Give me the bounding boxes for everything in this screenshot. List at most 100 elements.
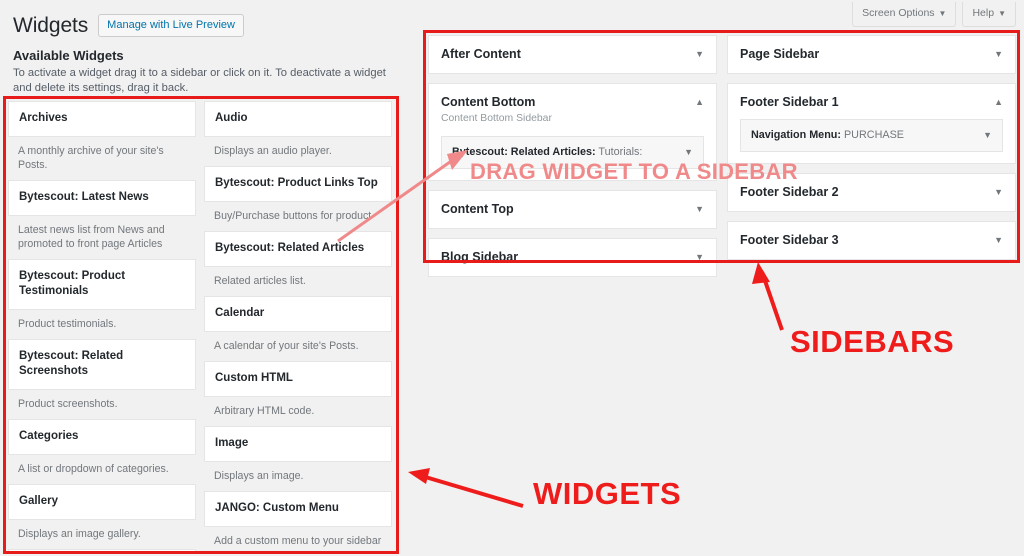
available-widget-description: Buy/Purchase buttons for product bbox=[214, 210, 372, 222]
sidebar-panel: Blog Sidebar ▼ bbox=[428, 238, 717, 277]
available-widget-description: A calendar of your site's Posts. bbox=[214, 340, 359, 352]
screen-options-label: Screen Options bbox=[862, 7, 935, 19]
widget-column-left: Archives A monthly archive of your site's… bbox=[8, 101, 196, 552]
available-widget-description: Related articles list. bbox=[214, 275, 306, 287]
available-widget-title[interactable]: Custom HTML bbox=[204, 361, 392, 397]
sidebar-panel-name: Footer Sidebar 3 bbox=[740, 233, 839, 247]
sidebar-panel: Page Sidebar ▼ bbox=[727, 35, 1016, 74]
sidebar-panel-header[interactable]: Page Sidebar ▼ bbox=[728, 36, 1015, 73]
available-widget-description: A monthly archive of your site's Posts. bbox=[18, 145, 164, 171]
available-widget-title[interactable]: JANGO: Custom Menu bbox=[204, 491, 392, 527]
chevron-up-icon[interactable]: ▲ bbox=[988, 94, 1003, 111]
available-widgets-list: Archives A monthly archive of your site's… bbox=[8, 101, 393, 552]
available-widget: Gallery Displays an image gallery. bbox=[8, 484, 196, 549]
available-widget-title[interactable]: Image bbox=[204, 426, 392, 462]
chevron-down-icon[interactable]: ▼ bbox=[689, 201, 704, 218]
sidebar-panel-name: Footer Sidebar 2 bbox=[740, 185, 839, 199]
sidebar-panel-name: Content Bottom bbox=[441, 95, 536, 109]
available-widget: JANGO: Custom Menu Add a custom menu to y… bbox=[204, 491, 392, 552]
chevron-down-icon[interactable]: ▼ bbox=[689, 46, 704, 63]
widgets-arrow-icon bbox=[408, 468, 524, 508]
sidebars-arrow-icon bbox=[752, 262, 784, 331]
available-widget-title[interactable]: Bytescout: Related Screenshots bbox=[8, 339, 196, 390]
sidebar-panel-header[interactable]: Blog Sidebar ▼ bbox=[429, 239, 716, 276]
sidebar-panel-name: Blog Sidebar bbox=[441, 250, 519, 264]
available-widget: Categories A list or dropdown of categori… bbox=[8, 419, 196, 484]
assigned-widget-title: Navigation Menu: bbox=[751, 129, 841, 141]
chevron-down-icon[interactable]: ▼ bbox=[988, 46, 1003, 63]
sidebars-list: After Content ▼ Content Bottom ▲ Content Bot… bbox=[428, 35, 1016, 277]
sidebar-panel-header[interactable]: Footer Sidebar 3 ▼ bbox=[728, 222, 1015, 259]
assigned-widget-value: Tutorials: bbox=[595, 146, 643, 158]
available-widgets-heading: Available Widgets bbox=[13, 48, 124, 63]
available-widget-description: Product screenshots. bbox=[18, 398, 118, 410]
page-header: Widgets Manage with Live Preview bbox=[13, 12, 244, 39]
assigned-widget-title: Bytescout: Related Articles: bbox=[452, 146, 596, 158]
chevron-down-icon: ▼ bbox=[998, 9, 1006, 18]
sidebar-panel: Content Bottom ▲ Content Bottom Sidebar Byt… bbox=[428, 83, 717, 181]
sidebar-panel-header[interactable]: Footer Sidebar 2 ▼ bbox=[728, 174, 1015, 211]
sidebar-panel-name: Page Sidebar bbox=[740, 47, 820, 61]
sidebar-panel: Footer Sidebar 3 ▼ bbox=[727, 221, 1016, 260]
available-widget-title[interactable]: Bytescout: Product Links Top bbox=[204, 166, 392, 202]
available-widget-title[interactable]: Bytescout: Latest News bbox=[8, 180, 196, 216]
sidebar-panel-header[interactable]: After Content ▼ bbox=[429, 36, 716, 73]
available-widget-title[interactable]: Bytescout: Product Testimonials bbox=[8, 259, 196, 310]
sidebar-panel-body: Navigation Menu: PURCHASE ▼ bbox=[728, 111, 1015, 163]
available-widget: Calendar A calendar of your site's Posts. bbox=[204, 296, 392, 361]
widgets-annotation-label: WIDGETS bbox=[533, 476, 682, 511]
available-widget-title[interactable]: JANGO: Banner bbox=[8, 549, 196, 552]
available-widget-title[interactable]: Calendar bbox=[204, 296, 392, 332]
sidebar-panel-description: Content Bottom Sidebar bbox=[441, 113, 552, 124]
available-widget-title[interactable]: Categories bbox=[8, 419, 196, 455]
sidebar-panel-header[interactable]: Content Bottom ▲ bbox=[429, 84, 716, 111]
available-widget-description: Arbitrary HTML code. bbox=[214, 405, 315, 417]
sidebar-panel-name: Footer Sidebar 1 bbox=[740, 95, 839, 109]
available-widget-description: Displays an image gallery. bbox=[18, 528, 141, 540]
available-widget-description: Product testimonials. bbox=[18, 318, 117, 330]
available-widget-description: Displays an image. bbox=[214, 470, 304, 482]
widgets-admin-page: Screen Options ▼ Help ▼ Widgets Manage wit… bbox=[0, 0, 1024, 556]
sidebar-panel-body: Bytescout: Related Articles: Tutorials: ▼ bbox=[429, 132, 716, 180]
screen-options-button[interactable]: Screen Options ▼ bbox=[852, 2, 957, 27]
available-widget: JANGO: BannerInsert an adv banner with l… bbox=[8, 549, 196, 552]
available-widget-title[interactable]: Gallery bbox=[8, 484, 196, 520]
sidebar-panel: After Content ▼ bbox=[428, 35, 717, 74]
chevron-down-icon[interactable]: ▼ bbox=[689, 249, 704, 266]
available-widget-title[interactable]: Archives bbox=[8, 101, 196, 137]
available-widget-title[interactable]: Audio bbox=[204, 101, 392, 137]
sidebar-panel-header[interactable]: Content Top ▼ bbox=[429, 191, 716, 228]
chevron-up-icon[interactable]: ▲ bbox=[689, 94, 704, 111]
chevron-down-icon[interactable]: ▼ bbox=[678, 145, 693, 159]
sidebar-panel: Footer Sidebar 2 ▼ bbox=[727, 173, 1016, 212]
available-widget-title[interactable]: Bytescout: Related Articles bbox=[204, 231, 392, 267]
chevron-down-icon[interactable]: ▼ bbox=[988, 232, 1003, 249]
help-button[interactable]: Help ▼ bbox=[962, 2, 1016, 27]
available-widget-description: Displays an audio player. bbox=[214, 145, 332, 157]
available-widget: Audio Displays an audio player. bbox=[204, 101, 392, 166]
available-widget-description: A list or dropdown of categories. bbox=[18, 463, 169, 475]
assigned-widget[interactable]: Navigation Menu: PURCHASE ▼ bbox=[740, 119, 1003, 152]
available-widget-description: Latest news list from News and promoted … bbox=[18, 224, 165, 250]
assigned-widget[interactable]: Bytescout: Related Articles: Tutorials: ▼ bbox=[441, 136, 704, 169]
available-widget: Bytescout: Related Articles Related artic… bbox=[204, 231, 392, 296]
available-widget: Bytescout: Product Links Top Buy/Purchase… bbox=[204, 166, 392, 231]
assigned-widget-label: Bytescout: Related Articles: Tutorials: bbox=[452, 145, 642, 159]
sidebar-column-left: After Content ▼ Content Bottom ▲ Content Bot… bbox=[428, 35, 717, 277]
available-widget: Bytescout: Related Screenshots Product sc… bbox=[8, 339, 196, 419]
assigned-widget-value: PURCHASE bbox=[840, 129, 904, 141]
available-widget: Bytescout: Product Testimonials Product t… bbox=[8, 259, 196, 339]
page-title: Widgets bbox=[13, 14, 89, 37]
sidebar-panel-name: After Content bbox=[441, 47, 521, 61]
assigned-widget-label: Navigation Menu: PURCHASE bbox=[751, 128, 904, 142]
chevron-down-icon[interactable]: ▼ bbox=[988, 184, 1003, 201]
widget-column-right: Audio Displays an audio player. Bytescout:… bbox=[204, 101, 392, 552]
manage-with-live-preview-button[interactable]: Manage with Live Preview bbox=[98, 14, 244, 38]
available-widget: Bytescout: Latest News Latest news list f… bbox=[8, 180, 196, 259]
sidebar-panel-name: Content Top bbox=[441, 202, 514, 216]
available-widget-description: Add a custom menu to your sidebar bbox=[214, 535, 382, 547]
available-widget: Image Displays an image. bbox=[204, 426, 392, 491]
sidebars-annotation-label: SIDEBARS bbox=[790, 324, 955, 359]
chevron-down-icon[interactable]: ▼ bbox=[977, 128, 992, 142]
sidebar-panel-header[interactable]: Footer Sidebar 1 ▲ bbox=[728, 84, 1015, 111]
